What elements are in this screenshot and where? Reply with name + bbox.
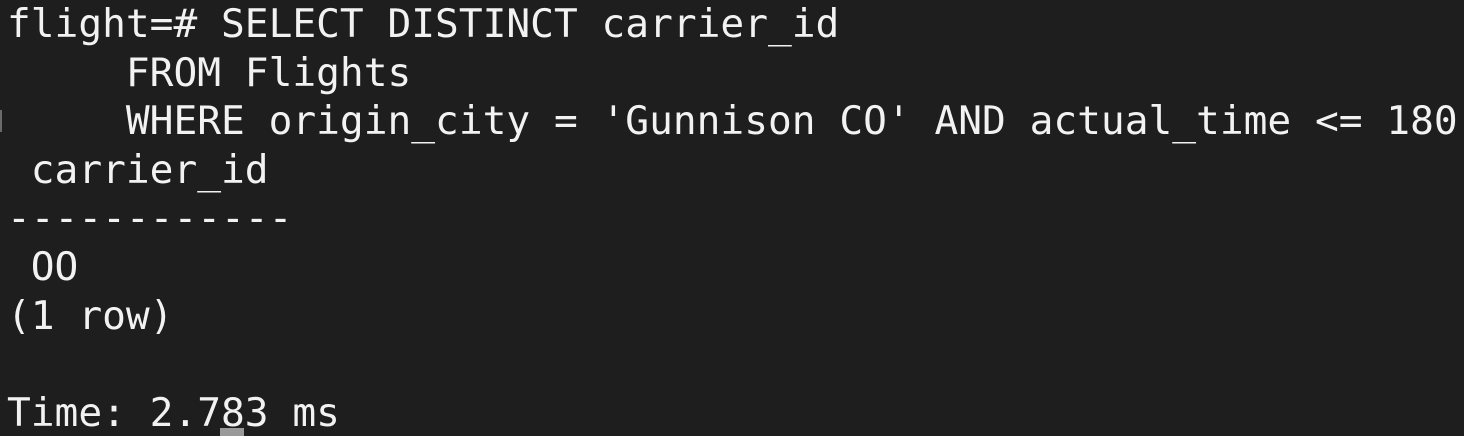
sql-where-line: WHERE origin_city = 'Gunnison CO' AND ac… [7, 98, 1458, 145]
line-marker [0, 110, 2, 132]
result-column-header: carrier_id [7, 146, 269, 193]
terminal-window[interactable]: flight=# SELECT DISTINCT carrier_id FROM… [0, 0, 1464, 436]
row-count: (1 row) [7, 292, 174, 339]
result-separator: ------------ [7, 195, 293, 242]
result-row: OO [7, 244, 79, 290]
timing-output: Time: 2.783 ms [7, 389, 340, 436]
text-cursor [220, 428, 244, 436]
sql-prompt-line: flight=# SELECT DISTINCT carrier_id [7, 1, 840, 47]
sql-from-line: FROM Flights [7, 49, 412, 96]
